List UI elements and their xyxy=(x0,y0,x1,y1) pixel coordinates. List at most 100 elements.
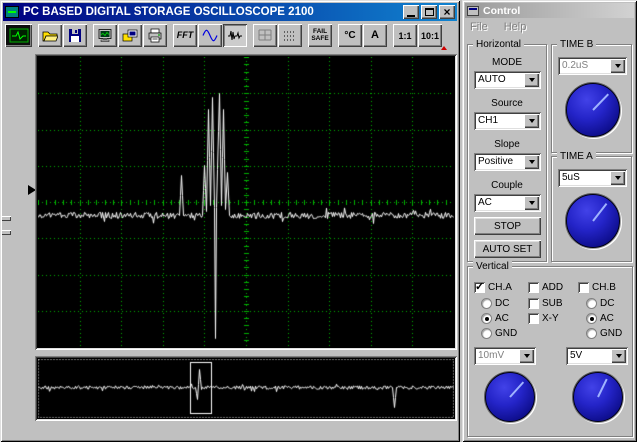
position-slider-b[interactable] xyxy=(1,230,11,235)
ratio-10-1-label: 10:1 xyxy=(420,30,439,41)
run-acquisition-button[interactable] xyxy=(5,24,32,47)
waveform-mode-button[interactable] xyxy=(198,24,222,47)
chevron-down-icon xyxy=(523,354,530,358)
sine-wave-icon xyxy=(202,29,218,42)
menu-file[interactable]: File xyxy=(470,21,488,33)
channel-a-knob-face xyxy=(485,372,535,422)
add-checkbox[interactable]: ADD xyxy=(528,281,563,293)
vertical-group-label: Vertical xyxy=(473,261,512,272)
overview-strip[interactable] xyxy=(38,359,454,418)
open-folder-icon xyxy=(42,31,58,42)
chevron-down-icon xyxy=(614,176,621,180)
minimize-button[interactable] xyxy=(403,5,419,19)
channel-b-ac-radio[interactable]: AC xyxy=(586,312,614,324)
mode-value: AUTO xyxy=(478,74,506,85)
time-a-dropdown-button[interactable] xyxy=(610,171,625,185)
channel-a-range-dropdown-button[interactable] xyxy=(519,349,534,363)
fail-safe-button[interactable]: FAIL SAFE xyxy=(308,24,332,47)
channel-b-gnd-label: GND xyxy=(600,327,623,339)
save-button[interactable] xyxy=(63,24,87,47)
mode-combobox[interactable]: AUTO xyxy=(474,71,541,89)
channel-a-dc-label: DC xyxy=(495,297,510,309)
ratio-1-1-label: 1:1 xyxy=(398,30,412,41)
control-window: Control File Help Horizontal MODE AUTO S… xyxy=(462,0,637,442)
time-a-knob-pointer xyxy=(592,203,608,222)
couple-combobox[interactable]: AC xyxy=(474,194,541,212)
transient-wave-icon xyxy=(228,30,242,41)
fft-button[interactable]: FFT xyxy=(173,24,197,47)
main-titlebar[interactable]: PC BASED DIGITAL STORAGE OSCILLOSCOPE 21… xyxy=(3,3,457,21)
ampere-button[interactable]: A xyxy=(363,24,447,50)
couple-value: AC xyxy=(478,197,492,208)
export-image-button[interactable] xyxy=(118,24,142,47)
mode-dropdown-button[interactable] xyxy=(524,73,539,87)
close-button[interactable]: × xyxy=(439,5,455,19)
sub-label: SUB xyxy=(542,297,563,309)
couple-dropdown-button[interactable] xyxy=(524,196,539,210)
channel-b-volts-knob[interactable] xyxy=(572,371,624,423)
channel-a-checkbox[interactable]: CH.A xyxy=(474,280,512,293)
xy-label: X-Y xyxy=(542,312,559,324)
channel-a-volts-knob[interactable] xyxy=(484,371,536,423)
position-slider-a[interactable] xyxy=(1,216,11,221)
channel-b-dc-radio[interactable]: DC xyxy=(586,297,614,309)
celsius-button[interactable]: °C xyxy=(338,24,362,47)
channel-b-range-dropdown-button[interactable] xyxy=(611,349,626,363)
ratio-1-1-button[interactable]: 1:1 xyxy=(393,24,417,47)
maximize-button[interactable] xyxy=(421,5,437,19)
channel-b-label: CH.B xyxy=(592,281,616,293)
dotted-lines-button[interactable] xyxy=(278,24,302,47)
time-a-combobox[interactable]: 5uS xyxy=(558,169,627,187)
time-b-knob-pointer xyxy=(592,93,610,111)
time-b-knob[interactable] xyxy=(565,82,621,138)
xy-checkbox[interactable]: X-Y xyxy=(528,312,559,324)
channel-a-range-combobox[interactable]: 10mV xyxy=(474,347,536,365)
stop-button[interactable]: STOP xyxy=(474,217,541,235)
open-file-button[interactable] xyxy=(38,24,62,47)
checkbox-icon xyxy=(528,312,539,324)
auto-set-button[interactable]: AUTO SET xyxy=(474,240,541,258)
vertical-group: Vertical CH.A ADD CH.B DC SUB xyxy=(467,261,633,437)
menu-help[interactable]: Help xyxy=(504,21,527,33)
channel-a-dc-radio[interactable]: DC xyxy=(481,297,509,309)
time-a-knob[interactable] xyxy=(565,193,621,249)
maximize-icon xyxy=(424,8,434,16)
time-b-combobox[interactable]: 0.2uS xyxy=(558,57,627,75)
channel-b-range-value: 5V xyxy=(570,350,583,361)
source-combobox[interactable]: CH1 xyxy=(474,112,541,130)
ratio-10-1-button[interactable]: 10:1 xyxy=(418,24,442,47)
time-a-value: 5uS xyxy=(562,172,580,183)
export-image-icon xyxy=(122,29,138,42)
checkbox-icon xyxy=(528,281,539,293)
close-icon: × xyxy=(443,5,451,19)
time-b-dropdown-button[interactable] xyxy=(610,59,625,73)
print-button[interactable] xyxy=(143,24,167,47)
transient-mode-button[interactable] xyxy=(223,24,247,47)
couple-label: Couple xyxy=(491,180,523,191)
overview-strip-frame xyxy=(35,356,457,421)
channel-b-range-combobox[interactable]: 5V xyxy=(566,347,628,365)
celsius-icon: °C xyxy=(344,30,356,41)
radio-icon xyxy=(586,297,597,309)
source-dropdown-button[interactable] xyxy=(524,114,539,128)
capture-screen-button[interactable] xyxy=(93,24,117,47)
add-label: ADD xyxy=(542,281,564,293)
channel-b-gnd-radio[interactable]: GND xyxy=(586,327,622,339)
checkbox-icon xyxy=(474,280,485,293)
channel-b-ac-label: AC xyxy=(600,312,614,324)
radio-icon xyxy=(586,327,597,339)
window-controls: × xyxy=(403,5,455,19)
channel-a-ac-radio[interactable]: AC xyxy=(481,312,509,324)
slope-combobox[interactable]: Positive xyxy=(474,153,541,171)
slope-dropdown-button[interactable] xyxy=(524,155,539,169)
grid-toggle-button[interactable] xyxy=(253,24,277,47)
radio-icon xyxy=(481,297,492,309)
scope-display[interactable] xyxy=(38,57,454,347)
channel-a-gnd-radio[interactable]: GND xyxy=(481,327,517,339)
control-titlebar[interactable]: Control xyxy=(465,3,634,18)
channel-b-checkbox[interactable]: CH.B xyxy=(578,281,616,293)
control-menubar: File Help xyxy=(470,20,526,34)
checkbox-icon xyxy=(528,297,539,309)
sub-checkbox[interactable]: SUB xyxy=(528,297,563,309)
ampere-icon: A xyxy=(371,29,379,41)
